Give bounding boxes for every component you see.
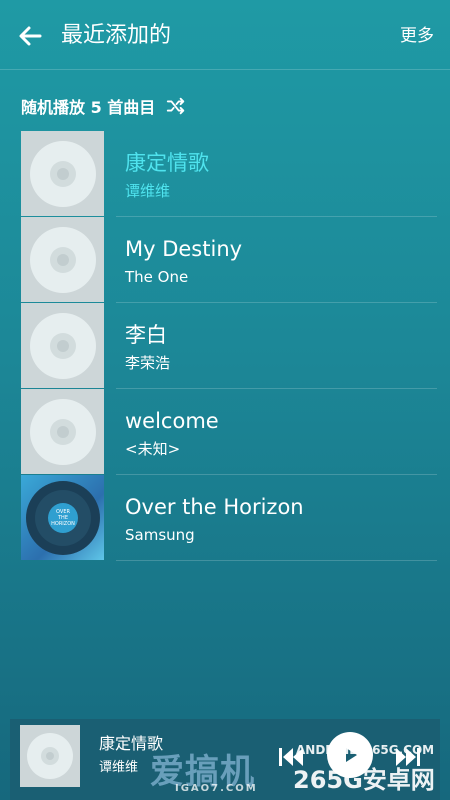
song-artist: 谭维维 [125, 182, 171, 200]
back-button[interactable] [14, 20, 46, 52]
song-list: 康定情歌谭维维 My Destiny The One 李白李荣浩 welcome <未知>… [21, 131, 437, 561]
shuffle-all-button[interactable]: 随机播放 5 首曲目 [21, 92, 187, 120]
song-list-item[interactable]: 李白 李荣浩 [21, 303, 437, 389]
song-artist: 李荣浩 [125, 354, 171, 372]
cd-disc-icon [29, 398, 96, 465]
watermark-site-en: ANDROID.265G.COM [296, 743, 435, 757]
song-title: My Destiny [125, 237, 243, 261]
song-list-item[interactable]: My Destiny The One [21, 217, 437, 303]
cd-disc-icon [29, 226, 96, 293]
song-artist: <未知> [125, 440, 181, 458]
song-album-art [21, 389, 104, 474]
page-title: 最近添加的 [61, 23, 172, 48]
song-list-item[interactable]: welcome <未知> [21, 389, 437, 475]
shuffle-icon [167, 97, 185, 115]
song-album-art: OVER THE HORIZON [21, 475, 104, 560]
album-cover-image: OVERTHEHORIZON [25, 480, 100, 555]
song-album-art [21, 303, 104, 388]
song-list-item[interactable]: OVER THE HORIZON Over the Horizon Samsung [21, 475, 437, 561]
song-title: 康定情歌 [125, 151, 209, 175]
app-bar: 最近添加的 更多 [0, 0, 450, 70]
song-album-art [21, 217, 104, 302]
album-cover-text: HORIZON [51, 521, 75, 527]
song-album-art [21, 131, 104, 216]
song-title: Over the Horizon [125, 495, 304, 519]
song-title: welcome [125, 409, 219, 433]
song-artist: Samsung [125, 526, 195, 544]
more-button[interactable]: 更多 [400, 24, 434, 48]
watermark-igao: IGAO7.COM [175, 783, 258, 794]
arrow-left-icon [19, 26, 42, 46]
watermark-site-cn: 265G安卓网 [293, 766, 435, 794]
song-list-item[interactable]: 康定情歌 谭维维 [21, 131, 437, 217]
song-artist: The One [125, 268, 189, 286]
cd-disc-icon [27, 733, 73, 779]
shuffle-label: 随机播放 5 首曲目 [21, 98, 156, 117]
list-divider [116, 560, 437, 561]
cd-disc-icon [29, 312, 96, 379]
song-title: 李白 [125, 323, 167, 347]
now-playing-artist: 谭维维 [99, 760, 139, 775]
cd-disc-icon [29, 140, 96, 207]
now-playing-album-art [20, 725, 80, 787]
